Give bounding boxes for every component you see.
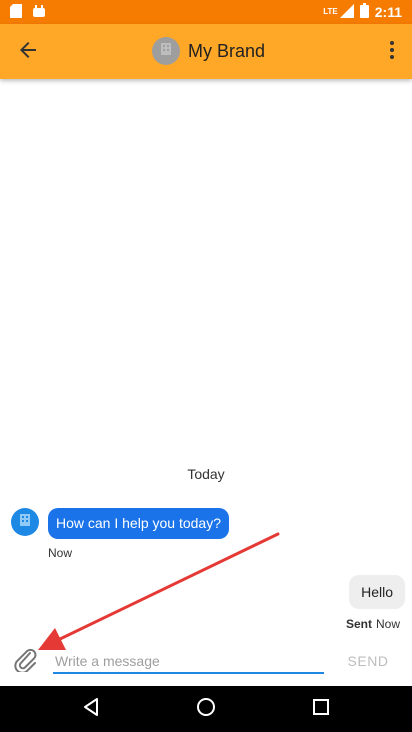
nav-back-button[interactable] bbox=[76, 694, 106, 724]
network-type-label: LTE bbox=[323, 7, 338, 16]
nav-back-icon bbox=[82, 697, 100, 722]
nav-recents-button[interactable] bbox=[306, 694, 336, 724]
system-nav-bar bbox=[0, 686, 412, 732]
page-title: My Brand bbox=[188, 40, 266, 61]
outgoing-message-status: Sent Now bbox=[346, 617, 400, 631]
building-icon bbox=[18, 513, 32, 532]
building-icon bbox=[159, 42, 173, 61]
signal-icon bbox=[339, 3, 354, 21]
outgoing-message-bubble[interactable]: Hello bbox=[349, 575, 405, 609]
bot-avatar bbox=[11, 508, 39, 536]
incoming-message-time: Now bbox=[48, 546, 73, 560]
delivery-status: Sent bbox=[345, 617, 372, 631]
nav-recents-icon bbox=[312, 698, 330, 721]
outgoing-message-time: Now bbox=[375, 617, 400, 631]
arrow-back-icon bbox=[19, 41, 37, 64]
message-input[interactable] bbox=[53, 650, 324, 674]
nav-home-button[interactable] bbox=[191, 694, 221, 724]
send-button[interactable]: SEND bbox=[340, 648, 396, 674]
more-vert-icon bbox=[389, 40, 395, 65]
attach-button[interactable] bbox=[10, 646, 40, 676]
incoming-message-bubble[interactable]: How can I help you today? bbox=[48, 508, 229, 539]
sd-card-icon bbox=[10, 4, 22, 23]
back-button[interactable] bbox=[14, 38, 42, 66]
paperclip-icon bbox=[12, 646, 38, 677]
message-composer: SEND bbox=[0, 640, 412, 686]
android-debug-icon bbox=[32, 4, 46, 23]
app-bar: My Brand bbox=[0, 24, 412, 79]
overflow-menu-button[interactable] bbox=[382, 38, 402, 66]
conversation-header[interactable]: My Brand bbox=[152, 37, 265, 65]
status-time: 2:11 bbox=[374, 4, 402, 20]
battery-icon bbox=[359, 3, 369, 21]
chat-screen: LTE 2:11 My Brand Today How can I help y… bbox=[0, 0, 412, 732]
brand-avatar bbox=[152, 37, 180, 65]
nav-home-icon bbox=[195, 696, 217, 723]
status-bar: LTE 2:11 bbox=[0, 0, 412, 24]
date-divider: Today bbox=[187, 466, 225, 482]
